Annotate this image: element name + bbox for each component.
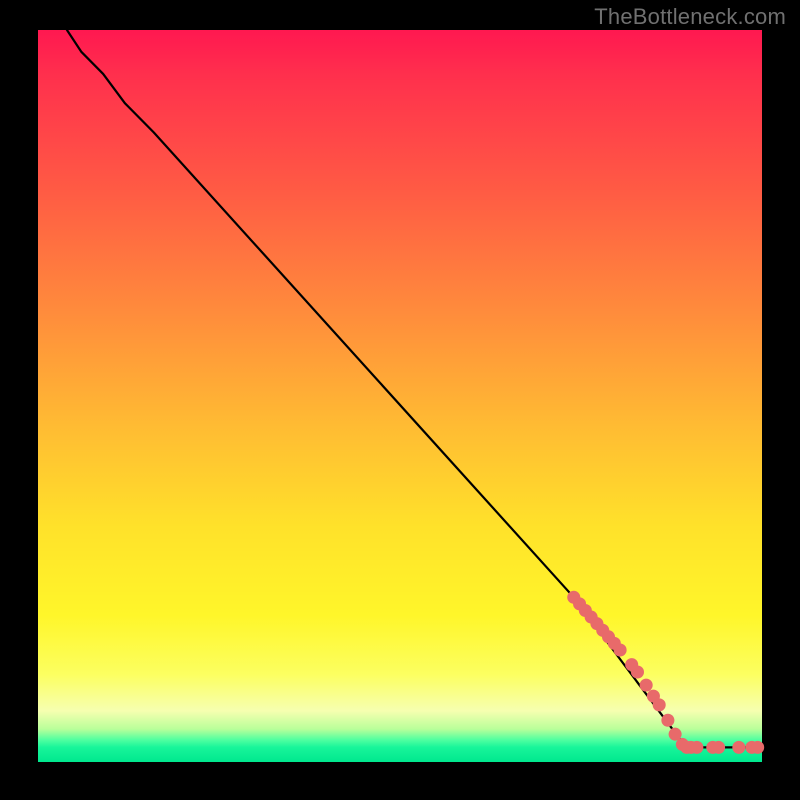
data-marker: [751, 741, 764, 754]
chart-frame: TheBottleneck.com: [0, 0, 800, 800]
plot-overlay: [38, 30, 762, 762]
marker-group: [567, 591, 764, 754]
data-marker: [614, 643, 627, 656]
watermark-text: TheBottleneck.com: [594, 4, 786, 30]
data-marker: [690, 741, 703, 754]
data-marker: [712, 741, 725, 754]
data-marker: [653, 698, 666, 711]
bottleneck-curve: [67, 30, 762, 747]
data-marker: [640, 679, 653, 692]
data-marker: [661, 714, 674, 727]
plot-wrap: [38, 30, 762, 762]
data-marker: [631, 665, 644, 678]
data-marker: [732, 741, 745, 754]
